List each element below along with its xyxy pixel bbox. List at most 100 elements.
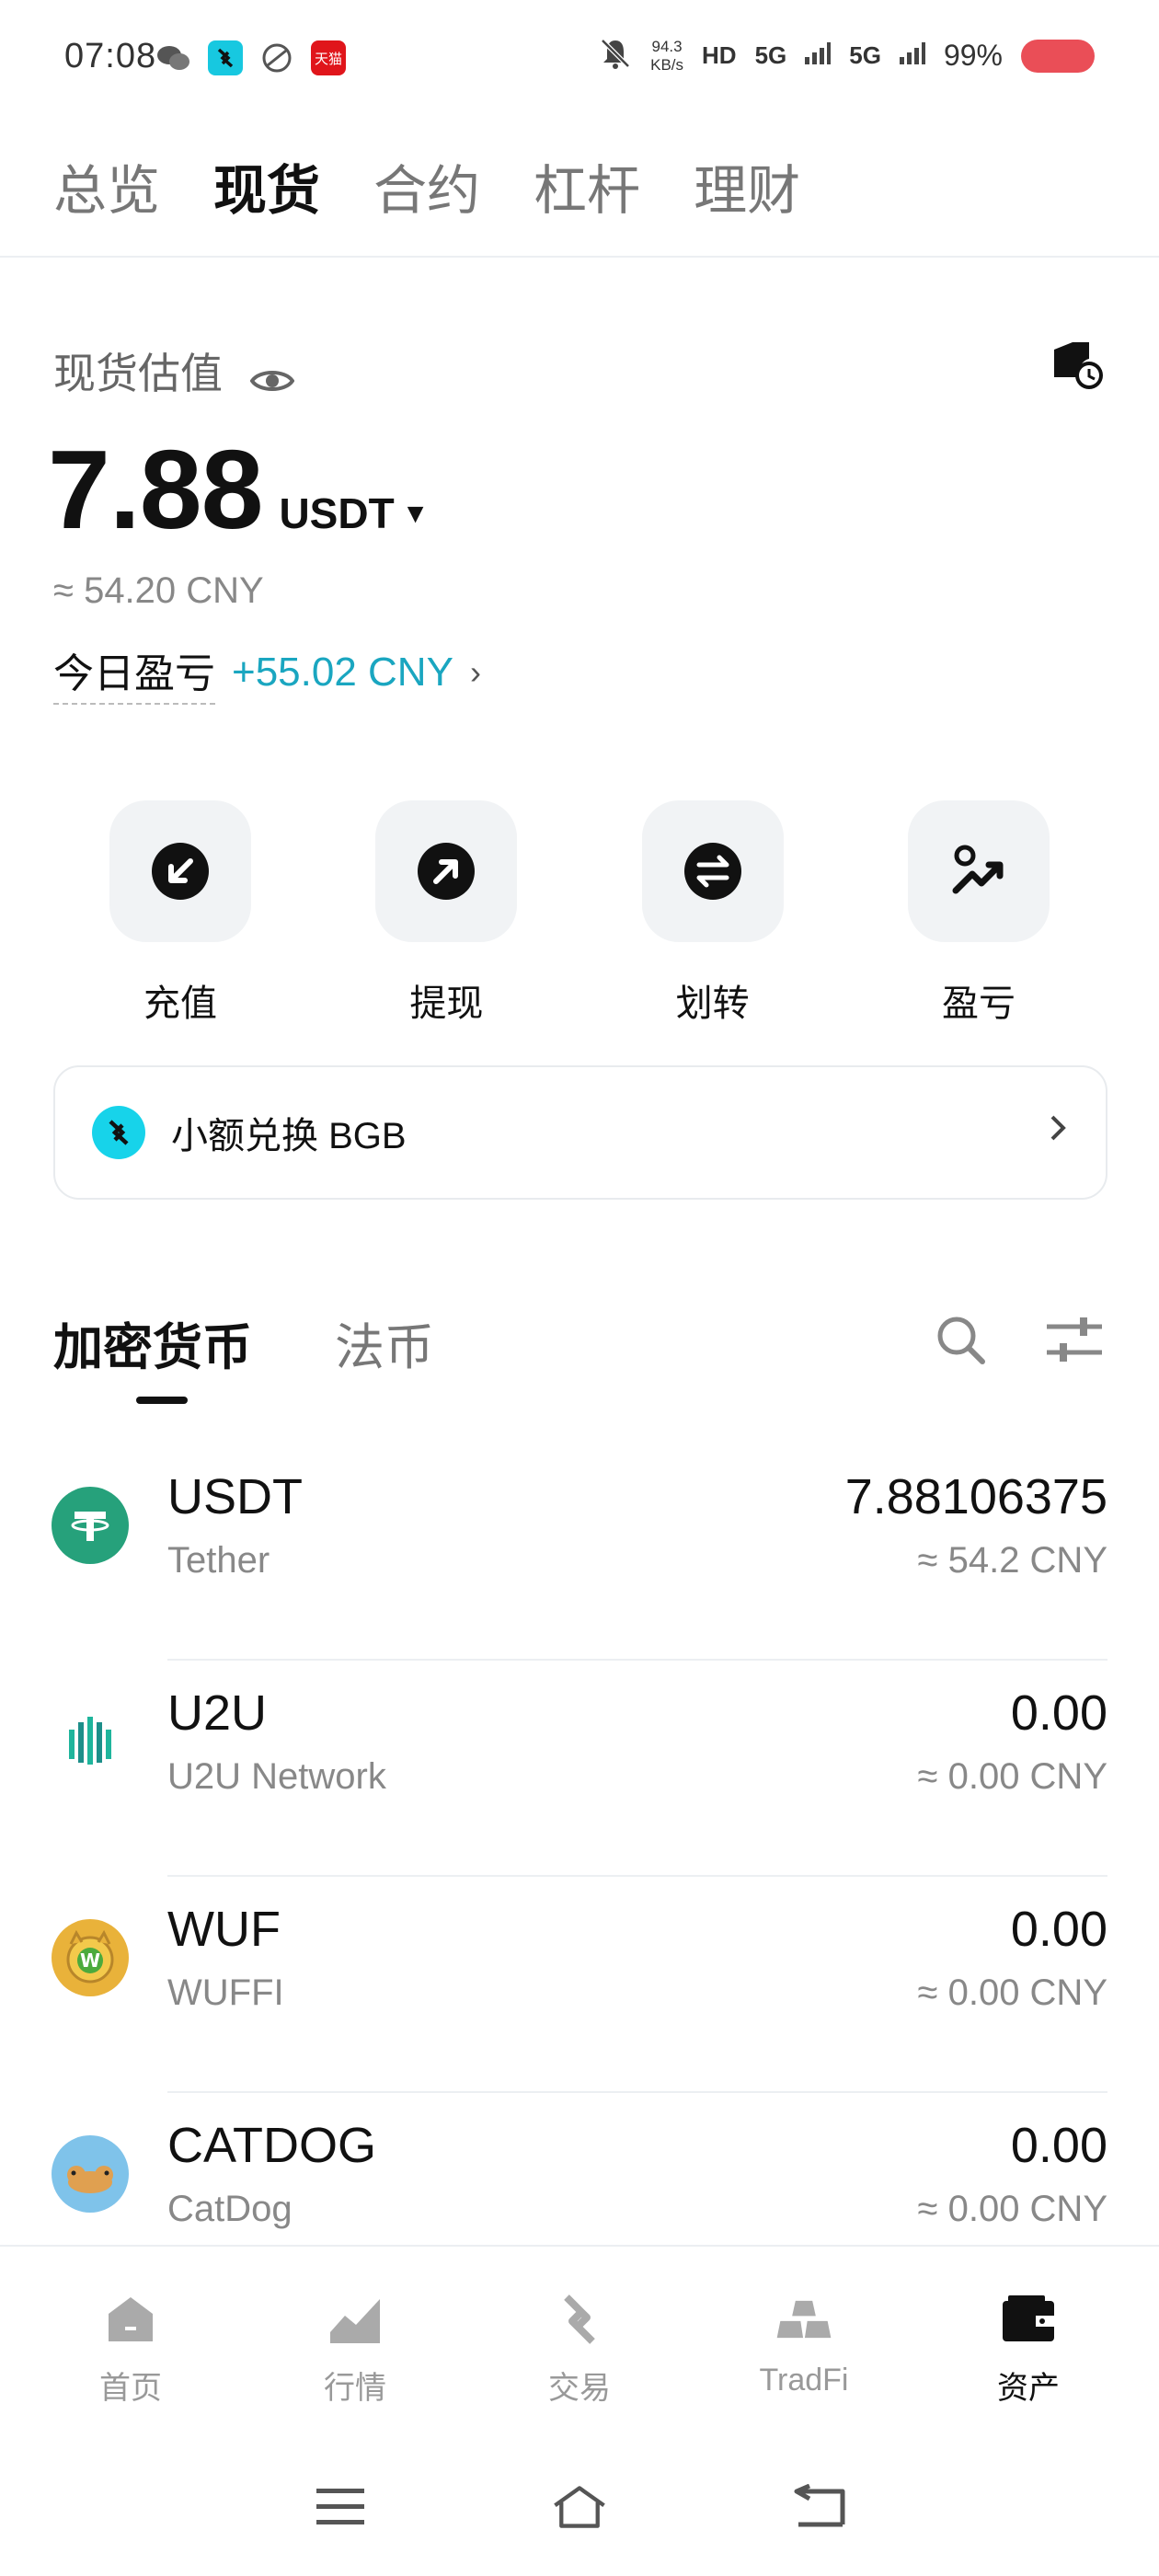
withdraw-button[interactable]: 提现 xyxy=(363,800,529,1027)
bitget-app-icon xyxy=(208,40,243,75)
tab-futures[interactable]: 合约 xyxy=(373,147,480,224)
coin-name: Tether xyxy=(167,1540,270,1581)
tab-spot[interactable]: 现货 xyxy=(213,147,320,224)
bgb-logo-icon xyxy=(92,1106,145,1159)
status-time: 07:08 xyxy=(64,37,157,75)
nav-tradfi[interactable]: TradFi xyxy=(712,2247,896,2429)
signal-bars-icon-2 xyxy=(899,42,925,69)
coin-amount: 0.00 xyxy=(1010,2118,1107,2173)
top-divider xyxy=(0,256,1159,258)
coin-symbol: CATDOG xyxy=(167,2118,376,2173)
bottom-navigation: 首页 行情 交易 TradFi 资产 xyxy=(0,2245,1159,2429)
tab-earn[interactable]: 理财 xyxy=(694,147,800,224)
valuation-value: 7.88 xyxy=(48,427,263,552)
tab-crypto[interactable]: 加密货币 xyxy=(53,1306,252,1379)
asset-row-u2u[interactable]: U2U U2U Network 0.00 ≈ 0.00 CNY xyxy=(0,1661,1159,1877)
wuffi-icon: W xyxy=(52,1919,129,1996)
spot-valuation-header: 现货估值 xyxy=(53,340,295,401)
small-swap-bgb-banner[interactable]: 小额兑换 BGB xyxy=(53,1065,1107,1200)
markets-chart-icon xyxy=(325,2289,385,2350)
hd-indicator: HD xyxy=(702,41,737,69)
trade-icon xyxy=(549,2289,610,2350)
coin-cny-value: ≈ 0.00 CNY xyxy=(917,1756,1107,1797)
asset-type-tabs: 加密货币 法币 xyxy=(53,1306,434,1379)
svg-text:W: W xyxy=(80,1949,100,1972)
history-record-icon[interactable] xyxy=(1049,337,1106,394)
nav-markets[interactable]: 行情 xyxy=(263,2247,447,2429)
tab-margin[interactable]: 杠杆 xyxy=(534,147,640,224)
pnl-button[interactable]: 盈亏 xyxy=(896,800,1061,1027)
nav-trade-label: 交易 xyxy=(548,2371,611,2406)
coin-cny-value: ≈ 0.00 CNY xyxy=(917,2189,1107,2229)
asset-row-usdt[interactable]: USDT Tether 7.88106375 ≈ 54.2 CNY xyxy=(0,1444,1159,1661)
wallet-icon xyxy=(998,2289,1059,2350)
withdraw-icon xyxy=(418,843,476,900)
swap-banner-text: 小额兑换 BGB xyxy=(171,1116,407,1156)
status-bar: 07:08 天猫 94.3 KB/s HD 5G 5G 99% xyxy=(0,0,1159,120)
coin-symbol: U2U xyxy=(167,1685,268,1741)
menu-icon[interactable] xyxy=(313,2479,368,2535)
asset-row-wuf[interactable]: W WUF WUFFI 0.00 ≈ 0.00 CNY xyxy=(0,1877,1159,2093)
valuation-currency: USDT xyxy=(279,489,395,537)
spot-valuation-amount: 7.88 USDT ▼ xyxy=(48,425,429,554)
nav-home[interactable]: 首页 xyxy=(39,2247,223,2429)
home-icon xyxy=(100,2289,161,2350)
u2u-icon xyxy=(52,1703,129,1780)
signal-bars-icon xyxy=(805,42,832,69)
withdraw-label: 提现 xyxy=(409,983,484,1024)
chevron-right-icon: › xyxy=(469,653,481,691)
deposit-button[interactable]: 充值 xyxy=(98,800,263,1027)
transfer-tile xyxy=(641,800,784,942)
battery-percent: 99% xyxy=(943,39,1003,72)
nav-home-label: 首页 xyxy=(99,2371,162,2406)
status-notification-icons: 天猫 xyxy=(156,40,346,75)
nav-markets-label: 行情 xyxy=(324,2371,386,2406)
eye-icon[interactable] xyxy=(249,356,295,391)
pnl-tile xyxy=(907,800,1050,942)
signal-5g-2: 5G xyxy=(849,41,881,69)
coin-cny-value: ≈ 0.00 CNY xyxy=(917,1972,1107,2013)
deposit-icon xyxy=(152,843,209,900)
coin-name: WUFFI xyxy=(167,1972,284,2013)
coin-cny-value: ≈ 54.2 CNY xyxy=(917,1540,1107,1581)
tab-overview[interactable]: 总览 xyxy=(53,147,160,224)
tab-fiat[interactable]: 法币 xyxy=(335,1306,434,1379)
home-button-icon[interactable] xyxy=(552,2479,607,2535)
nav-trade[interactable]: 交易 xyxy=(488,2247,671,2429)
coin-name: U2U Network xyxy=(167,1756,386,1797)
mute-bell-icon xyxy=(599,37,632,75)
transfer-button[interactable]: 划转 xyxy=(630,800,796,1027)
coin-name: CatDog xyxy=(167,2189,293,2229)
withdraw-tile xyxy=(375,800,518,942)
nav-tradfi-label: TradFi xyxy=(759,2363,849,2398)
pnl-trend-icon xyxy=(952,845,1004,894)
filter-settings-icon[interactable] xyxy=(1045,1314,1104,1365)
pnl-label: 盈亏 xyxy=(941,983,1016,1024)
today-pnl-row[interactable]: 今日盈亏 +55.02 CNY › xyxy=(53,640,481,705)
tether-icon xyxy=(52,1487,129,1564)
chevron-right-icon xyxy=(1047,1111,1069,1154)
today-pnl-label: 今日盈亏 xyxy=(53,640,215,705)
back-icon[interactable] xyxy=(791,2479,846,2535)
transfer-label: 划转 xyxy=(675,983,750,1024)
caret-down-icon: ▼ xyxy=(401,499,430,529)
coin-amount: 0.00 xyxy=(1010,1685,1107,1741)
battery-icon xyxy=(1021,39,1095,73)
search-icon[interactable] xyxy=(935,1314,986,1365)
link-app-icon xyxy=(259,40,294,75)
catdog-icon xyxy=(52,2135,129,2213)
deposit-label: 充值 xyxy=(143,983,217,1024)
coin-amount: 0.00 xyxy=(1010,1902,1107,1957)
coin-symbol: USDT xyxy=(167,1469,303,1524)
nav-assets[interactable]: 资产 xyxy=(936,2247,1120,2429)
spot-valuation-label: 现货估值 xyxy=(53,350,223,397)
wechat-icon xyxy=(156,40,191,75)
valuation-currency-select[interactable]: USDT ▼ xyxy=(279,489,429,538)
today-pnl-value: +55.02 CNY xyxy=(232,650,453,695)
transfer-icon xyxy=(683,843,741,900)
net-speed: 94.3 KB/s xyxy=(650,37,684,74)
nav-assets-label: 资产 xyxy=(997,2371,1060,2406)
status-right-icons: 94.3 KB/s HD 5G 5G 99% xyxy=(599,37,1095,75)
coin-amount: 7.88106375 xyxy=(844,1469,1107,1524)
active-tab-indicator xyxy=(136,1397,188,1404)
